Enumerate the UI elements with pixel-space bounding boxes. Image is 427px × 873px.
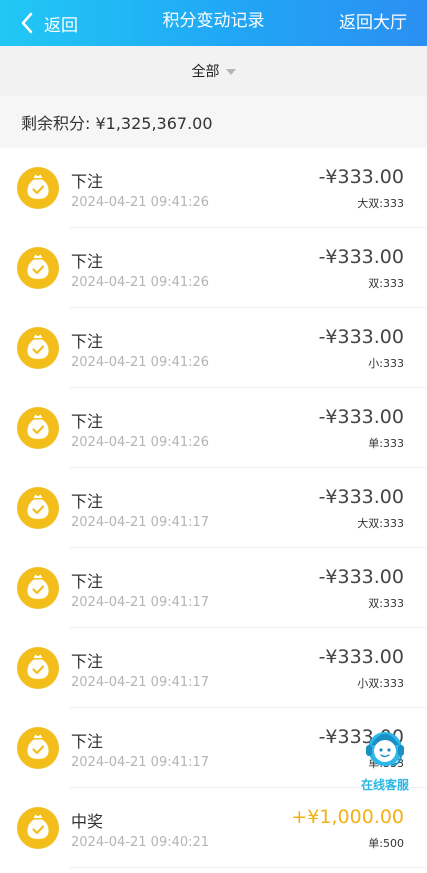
record-type: 下注	[71, 172, 104, 191]
record-row[interactable]: 下注 2024-04-21 09:41:26 -¥333.00 大双:333	[0, 148, 427, 228]
money-bag-icon	[17, 647, 59, 689]
balance-text: 剩余积分: ¥1,325,367.00	[21, 114, 213, 133]
record-amount: -¥333.00	[318, 406, 404, 428]
record-time: 2024-04-21 09:41:26	[71, 355, 210, 370]
record-detail: 大双:333	[357, 517, 404, 530]
record-time: 2024-04-21 09:41:17	[71, 675, 210, 690]
online-service-button[interactable]: 在线客服	[358, 725, 412, 795]
record-row[interactable]: 下注 2024-04-21 09:41:17 -¥333.00 小双:333	[0, 628, 427, 708]
online-service-label: 在线客服	[360, 778, 409, 792]
money-bag-icon	[17, 407, 59, 449]
record-type: 下注	[71, 732, 104, 751]
record-amount: -¥333.00	[318, 246, 404, 268]
return-hall-button[interactable]: 返回大厅	[339, 0, 407, 46]
record-time: 2024-04-21 09:41:26	[71, 435, 210, 450]
record-row[interactable]: 下注 2024-04-21 09:41:26 -¥333.00 小:333	[0, 308, 427, 388]
record-amount: -¥333.00	[318, 646, 404, 668]
record-type: 中奖	[71, 812, 104, 831]
record-detail: 双:333	[368, 277, 404, 290]
record-type: 下注	[71, 412, 104, 431]
row-divider	[70, 867, 427, 868]
money-bag-icon	[17, 567, 59, 609]
record-type: 下注	[71, 572, 104, 591]
filter-dropdown[interactable]: 全部	[0, 46, 427, 96]
record-amount: -¥333.00	[318, 486, 404, 508]
balance-bar: 剩余积分: ¥1,325,367.00	[0, 96, 427, 148]
caret-down-icon	[225, 68, 236, 75]
record-amount: -¥333.00	[318, 326, 404, 348]
money-bag-icon	[17, 807, 59, 849]
top-nav-bar: 返回 积分变动记录 返回大厅	[0, 0, 427, 46]
record-time: 2024-04-21 09:41:17	[71, 595, 210, 610]
money-bag-icon	[17, 247, 59, 289]
record-type: 下注	[71, 332, 104, 351]
record-row[interactable]: 下注 2024-04-21 09:41:26 -¥333.00 双:333	[0, 228, 427, 308]
record-amount: -¥333.00	[318, 566, 404, 588]
record-time: 2024-04-21 09:41:26	[71, 275, 210, 290]
money-bag-icon	[17, 487, 59, 529]
money-bag-icon	[17, 167, 59, 209]
record-row[interactable]: 下注 2024-04-21 09:41:26 -¥333.00 单:333	[0, 388, 427, 468]
record-type: 下注	[71, 492, 104, 511]
record-detail: 小:333	[368, 357, 404, 370]
customer-service-icon	[366, 732, 404, 766]
filter-selected-label: 全部	[191, 64, 220, 80]
record-detail: 双:333	[368, 597, 404, 610]
record-time: 2024-04-21 09:41:17	[71, 755, 210, 770]
money-bag-icon	[17, 327, 59, 369]
record-row[interactable]: 下注 2024-04-21 09:41:17 -¥333.00 双:333	[0, 548, 427, 628]
record-amount: +¥1,000.00	[291, 806, 404, 828]
back-button[interactable]: 返回	[20, 0, 78, 46]
record-detail: 单:333	[368, 437, 404, 450]
record-time: 2024-04-21 09:41:17	[71, 515, 210, 530]
record-detail: 小双:333	[357, 677, 404, 690]
record-type: 下注	[71, 652, 104, 671]
record-row[interactable]: 中奖 2024-04-21 09:40:21 +¥1,000.00 单:500	[0, 788, 427, 868]
back-button-label: 返回	[44, 15, 78, 36]
money-bag-icon	[17, 727, 59, 769]
record-time: 2024-04-21 09:41:26	[71, 195, 210, 210]
record-row[interactable]: 下注 2024-04-21 09:41:17 -¥333.00 大双:333	[0, 468, 427, 548]
record-amount: -¥333.00	[318, 166, 404, 188]
record-detail: 大双:333	[357, 197, 404, 210]
record-detail: 单:500	[368, 837, 404, 850]
chevron-left-icon	[21, 12, 33, 34]
record-type: 下注	[71, 252, 104, 271]
record-time: 2024-04-21 09:40:21	[71, 835, 210, 850]
